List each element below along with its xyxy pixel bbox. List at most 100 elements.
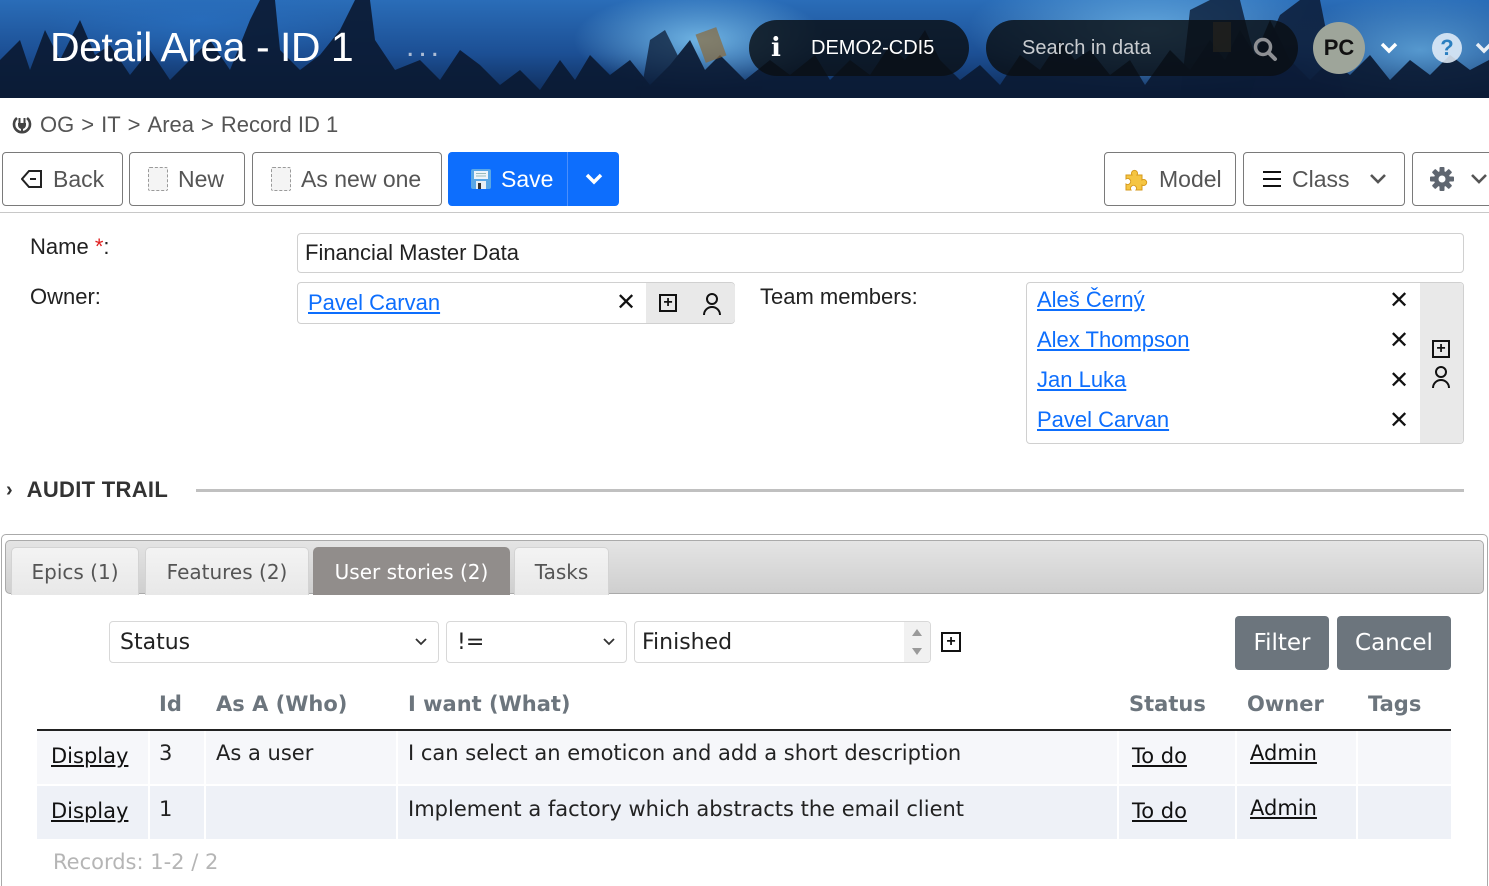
tab-user-stories[interactable]: User stories (2) xyxy=(313,547,510,595)
filter-field-value: Status xyxy=(120,629,191,655)
more-options-button[interactable]: ... xyxy=(406,30,443,64)
team-member-link[interactable]: Alex Thompson xyxy=(1037,327,1189,353)
cell-divider xyxy=(396,731,398,784)
column-header-what[interactable]: I want (What) xyxy=(408,692,571,716)
model-button[interactable]: Model xyxy=(1104,152,1236,206)
chevron-right-icon: › xyxy=(6,478,13,501)
team-member-item: Aleš Černý xyxy=(1037,285,1145,315)
user-menu-chevron-icon[interactable] xyxy=(1379,41,1399,55)
remove-team-member-icon[interactable]: ✕ xyxy=(1389,409,1409,433)
add-team-member-icon[interactable]: + xyxy=(1432,340,1450,358)
save-button-group: Save xyxy=(448,152,619,206)
filter-value-text: Finished xyxy=(642,629,733,655)
column-header-status[interactable]: Status xyxy=(1129,692,1206,716)
team-members-label: Team members: xyxy=(760,284,918,309)
new-label: New xyxy=(178,165,225,192)
display-link[interactable]: Display xyxy=(51,744,128,768)
model-label: Model xyxy=(1159,165,1222,192)
name-field[interactable]: Financial Master Data xyxy=(297,233,1464,273)
add-filter-icon[interactable]: + xyxy=(941,632,961,652)
tab-features[interactable]: Features (2) xyxy=(145,547,309,595)
toolbar-divider xyxy=(0,212,1489,213)
filter-button[interactable]: Filter xyxy=(1235,616,1329,670)
team-member-item: Jan Luka xyxy=(1037,365,1126,395)
cell-divider xyxy=(1235,786,1237,839)
row-id: 1 xyxy=(159,797,173,821)
column-header-who[interactable]: As A (Who) xyxy=(216,692,347,716)
breadcrumb-item-record: Record ID 1 xyxy=(220,112,339,137)
breadcrumb-item-it[interactable]: IT xyxy=(101,112,121,138)
team-member-link[interactable]: Pavel Carvan xyxy=(1037,407,1169,433)
cancel-filter-button[interactable]: Cancel xyxy=(1337,616,1451,670)
row-status-link[interactable]: To do xyxy=(1132,744,1187,768)
help-icon[interactable]: ? xyxy=(1432,33,1462,63)
owner-field[interactable]: Pavel Carvan ✕ + xyxy=(297,282,735,324)
filter-field-select[interactable]: Status xyxy=(109,621,439,663)
floppy-disk-icon xyxy=(471,169,491,189)
help-menu-chevron-icon[interactable] xyxy=(1474,41,1489,55)
search-box[interactable] xyxy=(986,20,1298,76)
settings-dropdown[interactable] xyxy=(1412,152,1489,206)
row-owner-link[interactable]: Admin xyxy=(1250,741,1317,765)
column-header-id[interactable]: Id xyxy=(159,692,182,716)
audit-trail-divider xyxy=(196,489,1464,492)
filter-value-spinner[interactable] xyxy=(904,622,930,662)
filter-operator-select[interactable]: != xyxy=(446,621,627,663)
info-icon: i xyxy=(771,33,781,63)
person-icon[interactable] xyxy=(1431,365,1451,389)
save-label: Save xyxy=(501,165,554,192)
user-avatar[interactable]: PC xyxy=(1313,22,1365,74)
add-owner-icon[interactable]: + xyxy=(659,294,677,312)
breadcrumb-item-og[interactable]: OG xyxy=(40,112,74,138)
back-label: Back xyxy=(53,165,105,192)
team-member-link[interactable]: Aleš Černý xyxy=(1037,287,1145,313)
cell-divider xyxy=(1117,731,1119,784)
row-id: 3 xyxy=(159,741,173,765)
new-button[interactable]: New xyxy=(129,152,245,206)
class-label: Class xyxy=(1292,165,1350,192)
row-status-link[interactable]: To do xyxy=(1132,799,1187,823)
column-header-tags[interactable]: Tags xyxy=(1368,692,1421,716)
cell-divider xyxy=(1235,731,1237,784)
display-link[interactable]: Display xyxy=(51,799,128,823)
remove-team-member-icon[interactable]: ✕ xyxy=(1389,329,1409,353)
header-banner: Detail Area - ID 1 ... i DEMO2-CDI5 PC ? xyxy=(0,0,1489,98)
audit-trail-toggle[interactable]: › AUDIT TRAIL xyxy=(6,477,168,503)
filter-value-input[interactable]: Finished xyxy=(634,621,931,663)
breadcrumb-separator: > xyxy=(201,112,214,137)
remove-team-member-icon[interactable]: ✕ xyxy=(1389,289,1409,313)
team-member-link[interactable]: Jan Luka xyxy=(1037,367,1126,393)
tab-tasks[interactable]: Tasks xyxy=(514,547,609,595)
remove-team-member-icon[interactable]: ✕ xyxy=(1389,369,1409,393)
records-count: Records: 1-2 / 2 xyxy=(53,850,219,874)
breadcrumb-item-area[interactable]: Area xyxy=(148,112,194,138)
audit-trail-title: AUDIT TRAIL xyxy=(26,477,169,502)
chevron-down-icon xyxy=(585,173,602,185)
search-icon[interactable] xyxy=(1252,36,1278,62)
row-owner-link[interactable]: Admin xyxy=(1250,796,1317,820)
save-options-dropdown[interactable] xyxy=(568,152,619,206)
owner-link[interactable]: Pavel Carvan xyxy=(308,290,440,316)
team-actions: + xyxy=(1420,283,1463,443)
breadcrumb: OG > IT > Area > Record ID 1 xyxy=(12,112,338,138)
as-new-one-button[interactable]: As new one xyxy=(252,152,442,206)
row-who: As a user xyxy=(216,741,314,765)
breadcrumb-separator: > xyxy=(81,112,95,137)
save-button[interactable]: Save xyxy=(448,152,567,206)
back-button[interactable]: Back xyxy=(2,152,123,206)
class-dropdown[interactable]: Class xyxy=(1243,152,1405,206)
cell-divider xyxy=(148,786,150,839)
spinner-down-icon[interactable] xyxy=(912,648,922,655)
remove-owner-icon[interactable]: ✕ xyxy=(616,291,636,315)
copy-document-icon xyxy=(271,167,291,191)
name-label-text: Name xyxy=(30,234,89,259)
column-header-owner[interactable]: Owner xyxy=(1247,692,1324,716)
spinner-up-icon[interactable] xyxy=(912,629,922,636)
tab-epics[interactable]: Epics (1) xyxy=(11,547,139,595)
person-icon[interactable] xyxy=(702,292,722,316)
back-icon xyxy=(21,169,43,189)
owner-actions: + xyxy=(646,283,735,323)
environment-label: DEMO2-CDI5 xyxy=(811,36,935,59)
search-input[interactable] xyxy=(1022,36,1242,60)
environment-badge[interactable]: i DEMO2-CDI5 xyxy=(749,20,969,76)
